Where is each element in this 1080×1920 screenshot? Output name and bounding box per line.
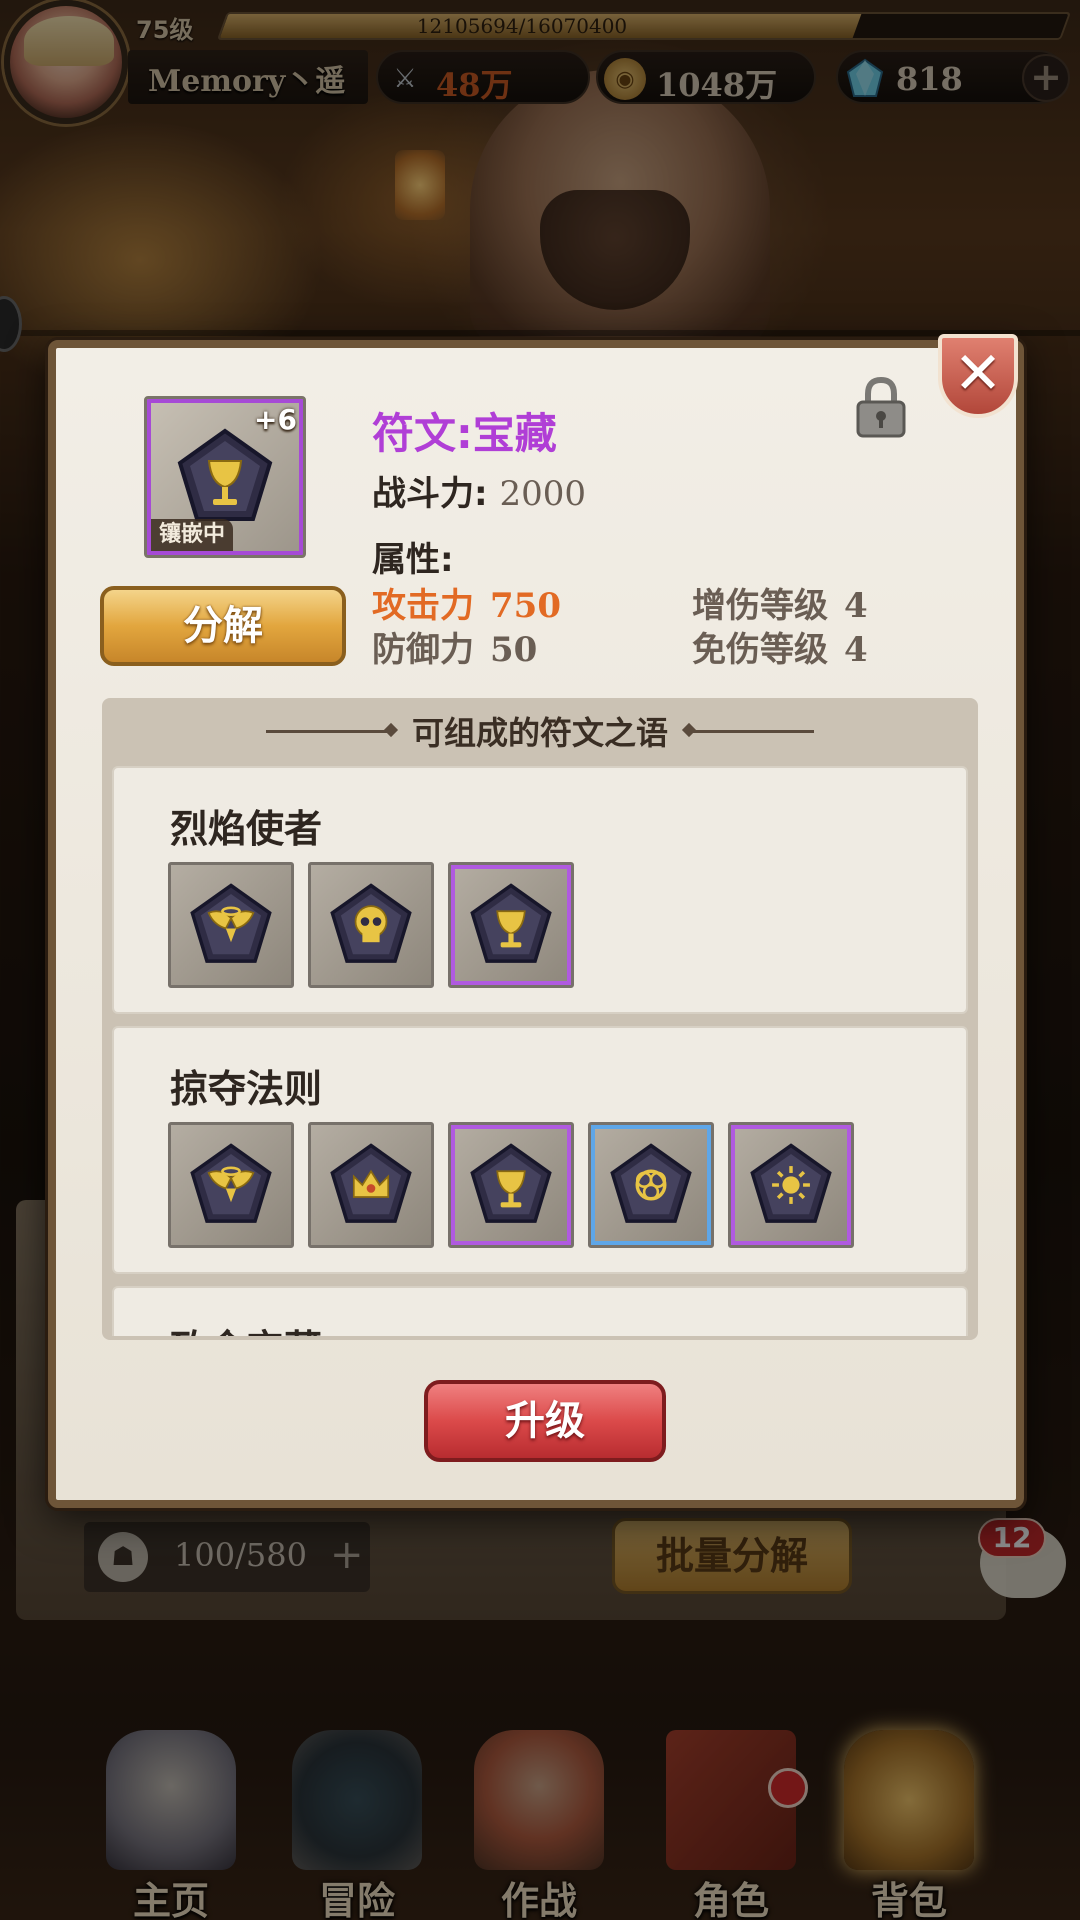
stat-damage-up-label: 增伤等级 (692, 586, 828, 626)
wings-rune-icon (190, 1143, 272, 1223)
stat-damage-up-value: 4 (844, 586, 868, 626)
runeword-name: 掠夺法则 (170, 1067, 323, 1111)
stat-defense-label: 防御力 (372, 630, 474, 670)
stat-attack-value: 750 (490, 586, 561, 626)
runeword-card[interactable]: 掠夺法则 (112, 1026, 968, 1274)
decompose-button[interactable]: 分解 (100, 586, 346, 666)
header-ornament-right (688, 729, 814, 733)
rune-slot[interactable] (168, 1122, 294, 1248)
runeword-list[interactable]: 烈焰使者掠夺法则致命宝藏 (112, 766, 968, 1336)
combat-power-line: 战斗力: 2000 (372, 466, 586, 515)
runeword-rune-row (168, 1122, 854, 1248)
lock-icon[interactable] (854, 376, 908, 440)
runeword-name: 烈焰使者 (170, 807, 323, 851)
rune-slot[interactable] (448, 1122, 574, 1248)
upgrade-button[interactable]: 升级 (424, 1380, 666, 1462)
rune-slot[interactable] (168, 862, 294, 988)
combat-power-label: 战斗力: (372, 474, 488, 514)
stat-damage-reduction: 免伤等级 4 (692, 622, 868, 671)
runeword-card[interactable]: 烈焰使者 (112, 766, 968, 1014)
stat-defense-value: 50 (490, 630, 538, 670)
stat-attack: 攻击力 750 (372, 578, 561, 627)
header-ornament-left (265, 729, 392, 733)
rune-title: 符文:宝藏 (372, 409, 557, 458)
chalice-rune-icon (177, 428, 273, 521)
attributes-header: 属性: (372, 540, 454, 580)
rune-card[interactable]: +6 镶嵌中 (144, 396, 306, 558)
skull-rune-icon (330, 883, 412, 963)
inlay-status-tag: 镶嵌中 (151, 519, 234, 551)
chalice-rune-icon (470, 883, 552, 963)
runeword-section-title: 可组成的符文之语 (411, 714, 668, 752)
runeword-name: 致命宝藏 (170, 1318, 322, 1336)
wings-rune-icon (190, 883, 272, 963)
runeword-rune-row (168, 862, 574, 988)
rune-slot[interactable] (448, 862, 574, 988)
rune-slot[interactable] (728, 1122, 854, 1248)
stat-damage-up: 增伤等级 4 (692, 578, 868, 627)
stat-damage-reduction-label: 免伤等级 (692, 630, 828, 670)
sun-rune-icon (750, 1143, 832, 1223)
rune-enhance-level: +6 (254, 403, 297, 436)
runeword-card[interactable]: 致命宝藏 (112, 1286, 968, 1336)
crown-rune-icon (330, 1143, 412, 1223)
runeword-section-header: 可组成的符文之语 (102, 698, 978, 764)
stat-defense: 防御力 50 (372, 622, 537, 671)
combat-power-number: 2000 (499, 474, 586, 514)
rune-slot[interactable] (308, 1122, 434, 1248)
close-button[interactable]: ✕ (938, 334, 1018, 418)
rune-slot[interactable] (308, 862, 434, 988)
knot-rune-icon (610, 1143, 692, 1223)
rune-slot[interactable] (588, 1122, 714, 1248)
stat-attack-label: 攻击力 (372, 586, 474, 626)
runeword-section: 可组成的符文之语 烈焰使者掠夺法则致命宝藏 (102, 698, 978, 1340)
stat-damage-reduction-value: 4 (844, 630, 868, 670)
chalice-rune-icon (470, 1143, 552, 1223)
